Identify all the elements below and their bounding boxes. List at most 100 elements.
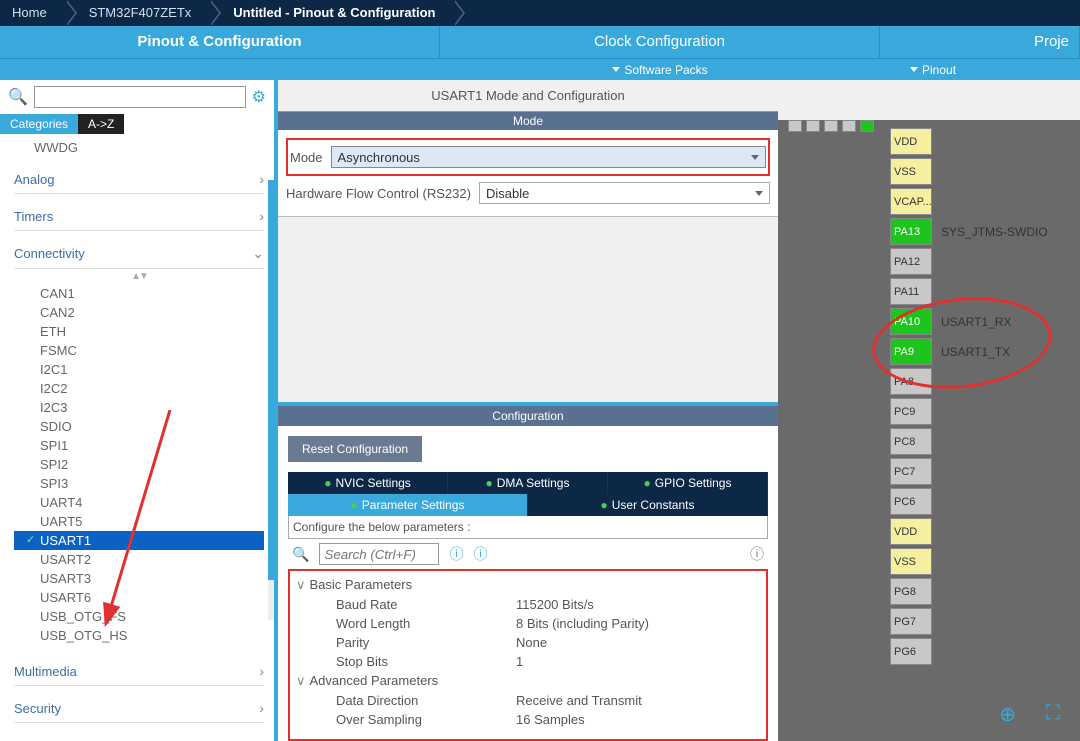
periph-wwdg[interactable]: WWDG [14, 138, 264, 165]
group-advanced[interactable]: ∨Advanced Parameters [296, 671, 760, 691]
tab-dma[interactable]: ●DMA Settings [448, 472, 608, 494]
param-row[interactable]: Word Length8 Bits (including Parity) [296, 614, 760, 633]
periph-can1[interactable]: CAN1 [14, 284, 264, 303]
sort-icon[interactable]: ▲▼ [14, 269, 264, 284]
next-icon[interactable]: ⓘ [473, 544, 487, 564]
periph-usart1[interactable]: USART1 [14, 531, 264, 550]
pin-pa9[interactable]: PA9USART1_TX [890, 338, 932, 365]
tab-project[interactable]: Proje [880, 26, 1080, 58]
tab-categories[interactable]: Categories [0, 114, 78, 134]
periph-usb_otg_fs[interactable]: USB_OTG_FS [14, 607, 264, 626]
periph-spi1[interactable]: SPI1 [14, 436, 264, 455]
info-icon[interactable]: ⓘ [750, 544, 764, 564]
cat-timers[interactable]: Timers› [14, 202, 264, 231]
periph-spi2[interactable]: SPI2 [14, 455, 264, 474]
search-icon[interactable]: 🔍 [292, 546, 309, 563]
fullscreen-icon[interactable]: ⛶ [1046, 702, 1060, 727]
param-row[interactable]: ParityNone [296, 633, 760, 652]
pin-vdd[interactable]: VDD [890, 518, 932, 545]
param-instruction: Configure the below parameters : [288, 516, 768, 539]
pin-pa12[interactable]: PA12 [890, 248, 932, 275]
param-value: Receive and Transmit [516, 693, 642, 708]
pin-pc8[interactable]: PC8 [890, 428, 932, 455]
cat-connectivity[interactable]: Connectivity⌄ [14, 239, 264, 269]
group-basic[interactable]: ∨Basic Parameters [296, 575, 760, 595]
config-header: Configuration [278, 406, 778, 426]
crumb-current[interactable]: Untitled - Pinout & Configuration [209, 0, 453, 26]
tab-user-constants[interactable]: ●User Constants [528, 494, 768, 516]
tab-parameter[interactable]: ●Parameter Settings [288, 494, 528, 516]
prev-icon[interactable]: ⓘ [449, 544, 463, 564]
param-row[interactable]: Stop Bits1 [296, 652, 760, 671]
param-row[interactable]: Over Sampling16 Samples [296, 710, 760, 729]
pin-pa10[interactable]: PA10USART1_RX [890, 308, 932, 335]
pin-label: SYS_JTMS-SWDIO [941, 225, 1048, 239]
mode-header: Mode [278, 112, 778, 130]
chevron-right-icon: › [259, 208, 264, 224]
zoom-in-icon[interactable]: ⊕ [999, 702, 1016, 727]
pin-vdd[interactable]: VDD [890, 128, 932, 155]
param-value: None [516, 635, 547, 650]
reset-config-button[interactable]: Reset Configuration [288, 436, 422, 462]
param-row[interactable]: Data DirectionReceive and Transmit [296, 691, 760, 710]
hw-flow-select[interactable]: Disable [479, 182, 770, 204]
pin-pa11[interactable]: PA11 [890, 278, 932, 305]
pin-vss[interactable]: VSS [890, 158, 932, 185]
scrollbar[interactable] [268, 180, 274, 620]
periph-usb_otg_hs[interactable]: USB_OTG_HS [14, 626, 264, 645]
pin-vcap[interactable]: VCAP... [890, 188, 932, 215]
search-input[interactable] [34, 86, 246, 108]
dropdown-software-packs[interactable]: Software Packs [440, 58, 880, 80]
param-label: Over Sampling [336, 712, 516, 727]
periph-i2c2[interactable]: I2C2 [14, 379, 264, 398]
parameters-box: ∨Basic Parameters Baud Rate115200 Bits/s… [288, 569, 768, 741]
periph-eth[interactable]: ETH [14, 322, 264, 341]
param-row[interactable]: Baud Rate115200 Bits/s [296, 595, 760, 614]
tab-gpio[interactable]: ●GPIO Settings [608, 472, 768, 494]
chevron-down-icon [755, 191, 763, 196]
pin-pg7[interactable]: PG7 [890, 608, 932, 635]
tab-az[interactable]: A->Z [78, 114, 124, 134]
chevron-right-icon: › [259, 663, 264, 679]
periph-sdio[interactable]: SDIO [14, 417, 264, 436]
periph-uart5[interactable]: UART5 [14, 512, 264, 531]
pin-pa8[interactable]: PA8 [890, 368, 932, 395]
gear-icon[interactable]: ⚙ [252, 87, 266, 107]
periph-can2[interactable]: CAN2 [14, 303, 264, 322]
pin-pc6[interactable]: PC6 [890, 488, 932, 515]
periph-spi3[interactable]: SPI3 [14, 474, 264, 493]
pin-pc9[interactable]: PC9 [890, 398, 932, 425]
dropdown-pinout[interactable]: Pinout [880, 58, 1080, 80]
periph-usart6[interactable]: USART6 [14, 588, 264, 607]
top-pins [788, 120, 874, 132]
periph-uart4[interactable]: UART4 [14, 493, 264, 512]
check-icon: ● [644, 476, 651, 490]
panel-title: USART1 Mode and Configuration [278, 80, 778, 112]
crumb-home[interactable]: Home [0, 0, 65, 26]
cat-security[interactable]: Security› [14, 694, 264, 723]
periph-usart2[interactable]: USART2 [14, 550, 264, 569]
tab-clock-config[interactable]: Clock Configuration [440, 26, 880, 58]
chevron-right-icon: › [259, 700, 264, 716]
cat-analog[interactable]: Analog› [14, 165, 264, 194]
cat-multimedia[interactable]: Multimedia› [14, 657, 264, 686]
mode-label: Mode [290, 150, 331, 165]
breadcrumb: Home STM32F407ZETx Untitled - Pinout & C… [0, 0, 1080, 26]
pin-pc7[interactable]: PC7 [890, 458, 932, 485]
periph-fsmc[interactable]: FSMC [14, 341, 264, 360]
pinout-view[interactable]: VDD VSS VCAP... PA13SYS_JTMS-SWDIO PA12 PA11 P… [778, 80, 1080, 741]
periph-i2c3[interactable]: I2C3 [14, 398, 264, 417]
chevron-down-icon: ⌄ [252, 245, 264, 262]
pin-pa13[interactable]: PA13SYS_JTMS-SWDIO [890, 218, 932, 245]
param-search-input[interactable] [319, 543, 439, 565]
periph-i2c1[interactable]: I2C1 [14, 360, 264, 379]
mode-select[interactable]: Asynchronous [331, 146, 766, 168]
param-value: 8 Bits (including Parity) [516, 616, 649, 631]
tab-nvic[interactable]: ●NVIC Settings [288, 472, 448, 494]
pin-vss[interactable]: VSS [890, 548, 932, 575]
pin-pg8[interactable]: PG8 [890, 578, 932, 605]
crumb-chip[interactable]: STM32F407ZETx [65, 0, 210, 26]
tab-pinout-config[interactable]: Pinout & Configuration [0, 26, 440, 58]
pin-pg6[interactable]: PG6 [890, 638, 932, 665]
periph-usart3[interactable]: USART3 [14, 569, 264, 588]
